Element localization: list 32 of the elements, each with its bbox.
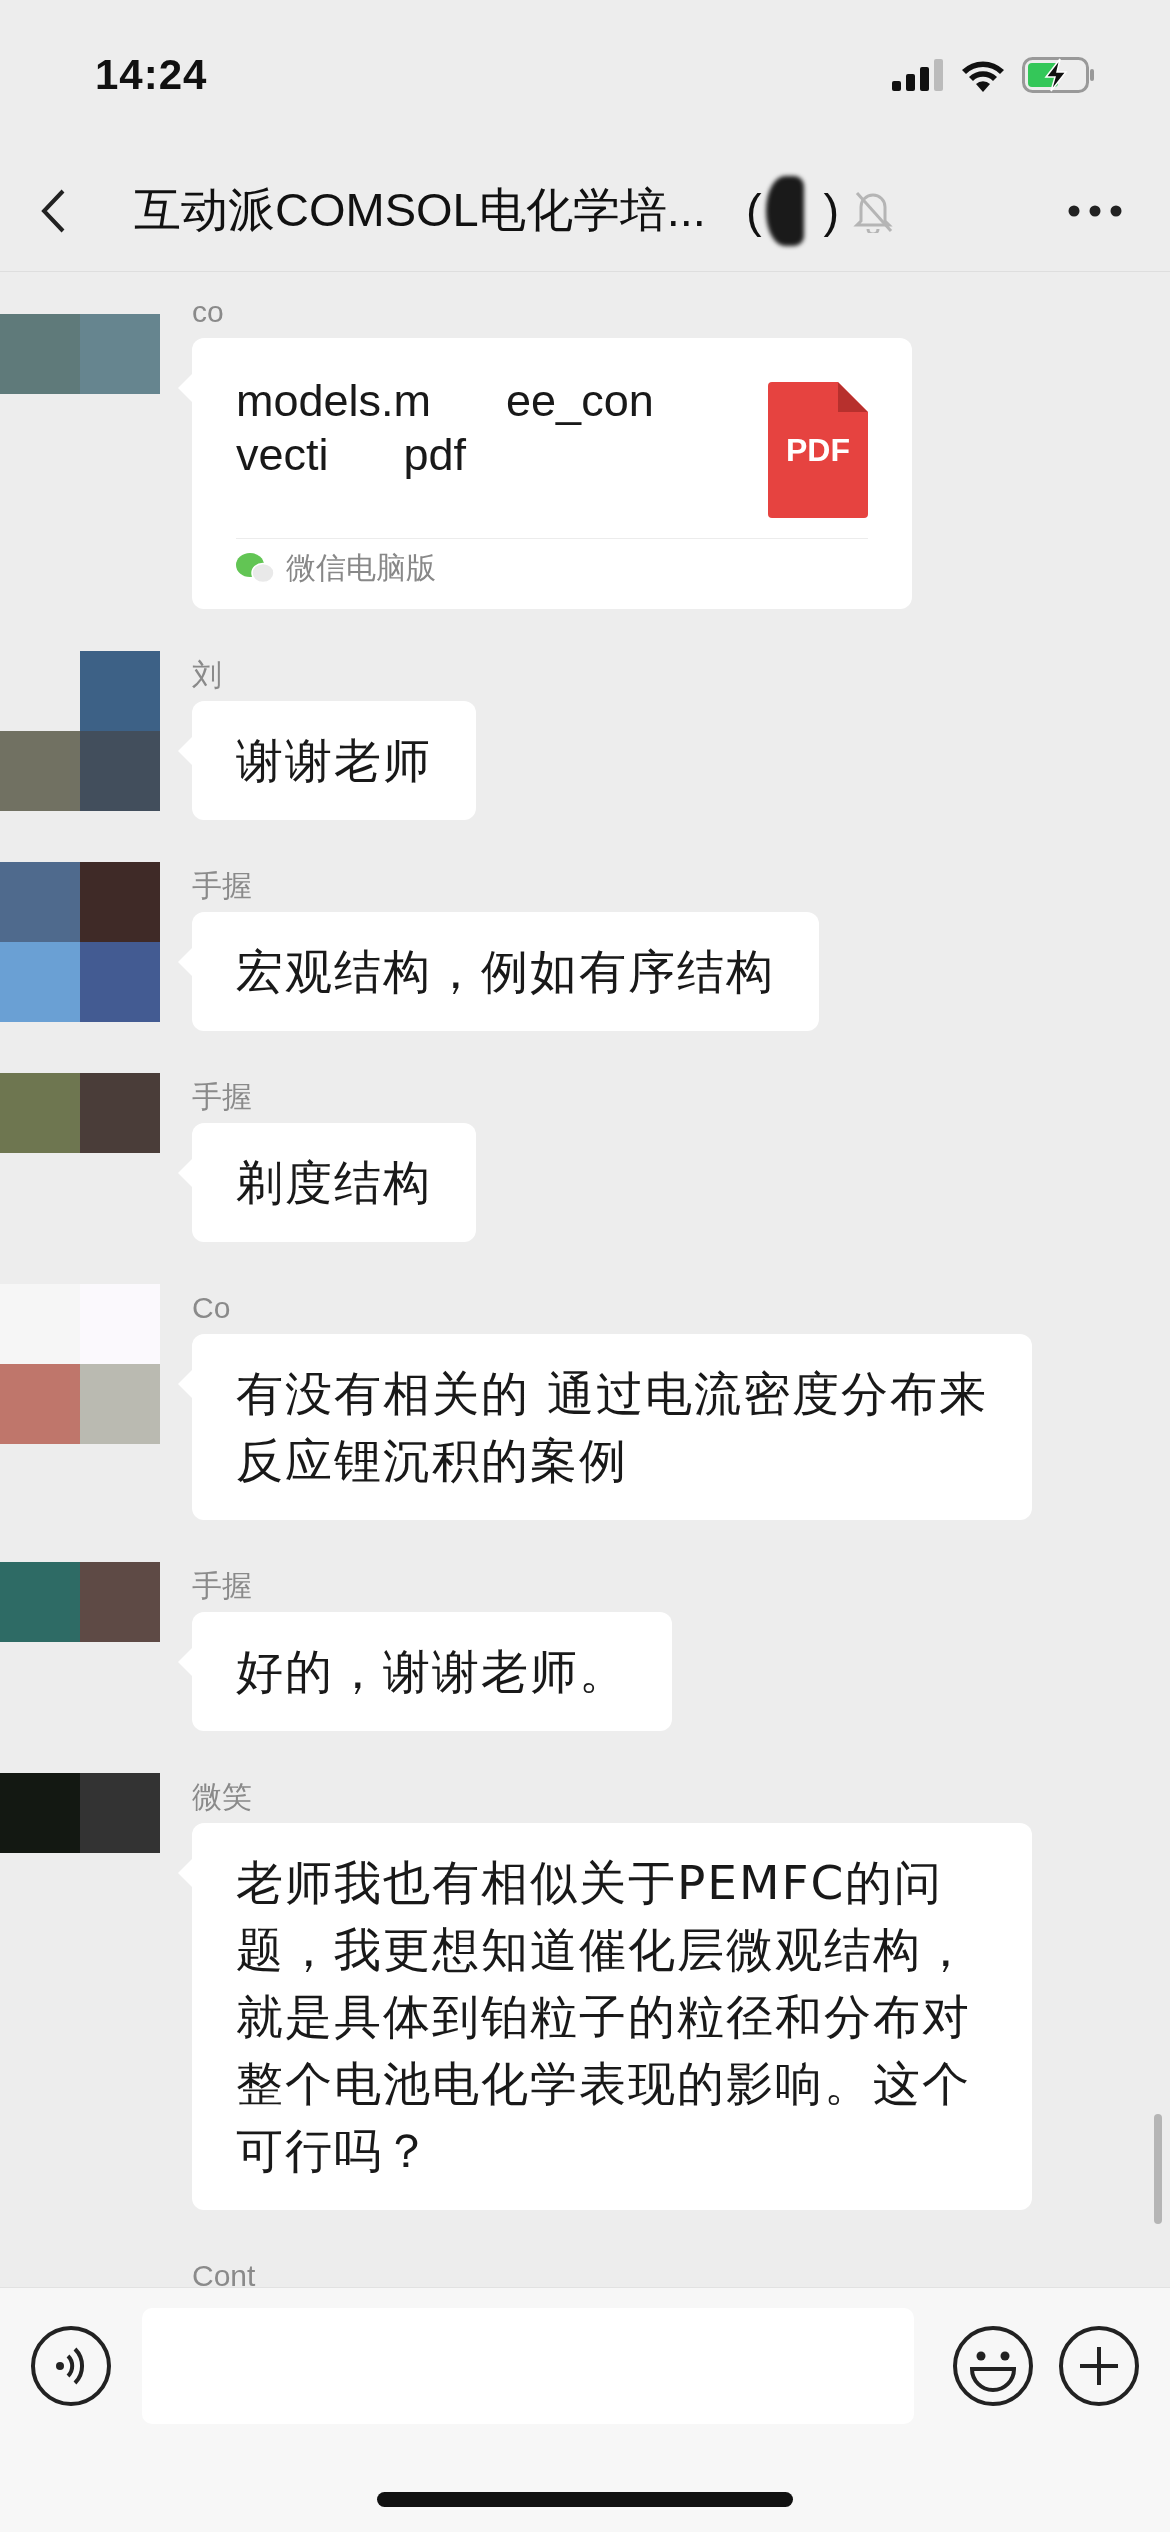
status-time: 14:24: [95, 51, 208, 99]
message-bubble: 宏观结构，例如有序结构: [178, 912, 819, 1031]
sender-name: Cont: [191, 2258, 256, 2287]
message-bubble: 好的，谢谢老师。: [178, 1612, 672, 1731]
sender-name: co: [191, 294, 224, 330]
member-count-close: ): [823, 183, 840, 238]
wifi-icon: [960, 58, 1006, 92]
sender-name: 手握: [191, 868, 252, 904]
message-bubble: 剃度结构: [178, 1123, 476, 1242]
sender-name: Co: [191, 1290, 231, 1326]
more-icon[interactable]: [1068, 204, 1122, 217]
file-message[interactable]: models.m ee_con vecti pdf PDF 微信电脑版: [178, 338, 912, 609]
file-name: models.m ee_con vecti pdf: [236, 374, 654, 482]
emoji-icon[interactable]: [952, 2325, 1034, 2407]
message-bubble: 谢谢老师: [178, 701, 476, 820]
blurred-mark: [765, 175, 804, 246]
voice-icon[interactable]: [30, 2325, 112, 2407]
signal-icon: [892, 59, 944, 91]
sender-name: 手握: [191, 1079, 252, 1115]
sender-name: 手握: [191, 1568, 252, 1604]
chat-bubbles-icon: [236, 552, 274, 584]
sender-name: 微笑: [191, 1779, 252, 1815]
chat-title: 互动派COMSOL电化学培...: [134, 182, 706, 238]
pdf-file-icon: PDF: [768, 382, 868, 518]
back-icon[interactable]: [40, 187, 66, 234]
plus-icon[interactable]: [1058, 2325, 1140, 2407]
sender-name: 刘: [191, 657, 222, 693]
source-label: 微信电脑版: [286, 549, 436, 586]
battery-charging-icon: [1022, 57, 1096, 93]
member-count-open: (: [745, 183, 762, 238]
message-bubble: 老师我也有相似关于PEMFC的问题，我更想知道催化层微观结构，就是具体到铂粒子的粒径和分布对整个电池电化学表现的影响。这个可行吗？: [178, 1823, 1032, 2210]
message-bubble: 有没有相关的 通过电流密度分布来反应锂沉积的案例: [178, 1334, 1032, 1520]
